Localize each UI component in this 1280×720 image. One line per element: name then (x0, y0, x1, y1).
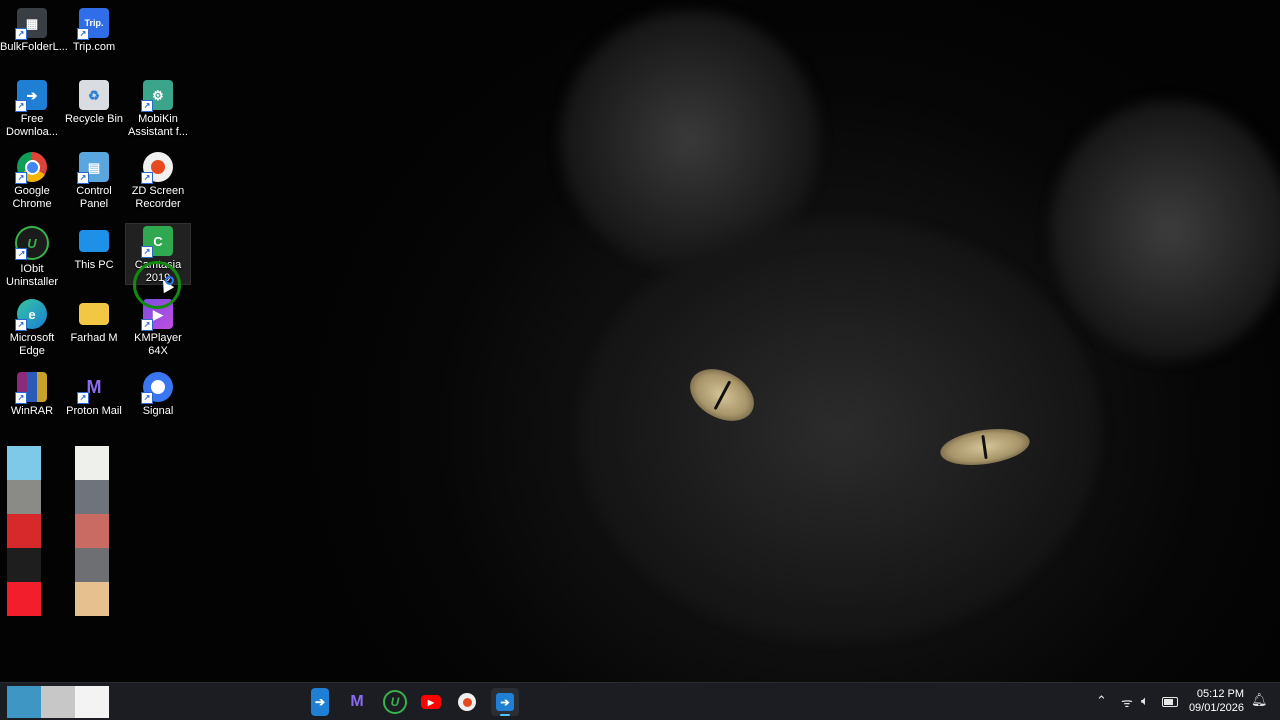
click-highlight-ring (133, 261, 181, 309)
notification-bell-icon[interactable]: 🔔︎ (1251, 692, 1268, 708)
desktop-icon-control-panel[interactable]: ▤ ↗ Control Panel (62, 152, 126, 211)
taskbar-swatch (75, 686, 109, 718)
system-clock[interactable]: 05:12 PM 09/01/2026 (1189, 687, 1244, 715)
color-swatch (75, 514, 109, 548)
desktop-icon-bulkfolder[interactable]: ▦ ↗ BulkFolderL... (0, 8, 68, 54)
free-download-manager-icon: ➔ (314, 695, 326, 709)
desktop-icon-zd-recorder[interactable]: ↗ ZD Screen Recorder (126, 152, 190, 211)
this-pc-icon (79, 230, 109, 252)
desktop-icon-label: Signal (142, 405, 174, 417)
mobikin-icon: ⚙ ↗ (141, 80, 173, 112)
desktop-icon-label: WinRAR (10, 405, 54, 417)
desktop-icon-label: Farhad M (70, 332, 118, 344)
color-swatch (7, 514, 41, 548)
trip-com-icon: Trip. ↗ (77, 8, 109, 40)
zd-recorder-icon: ↗ (141, 152, 173, 184)
signal-icon: ↗ (141, 372, 173, 404)
desktop-icon-label: Proton Mail (66, 405, 122, 417)
chevron-up-icon[interactable]: ⌃ (1096, 693, 1107, 709)
free-download-manager-icon: ➔ (496, 693, 514, 711)
taskbar-app-download-manager-active[interactable]: ➔ (491, 688, 519, 716)
volume-icon[interactable]: 🔈︎ (1141, 693, 1149, 709)
zd-recorder-icon (458, 693, 476, 711)
youtube-icon: ▶ (421, 695, 441, 709)
desktop-icon-label: This PC (74, 259, 114, 271)
clock-time: 05:12 PM (1196, 688, 1244, 700)
busy-cursor-icon (165, 276, 174, 285)
desktop-icon-farhad-m[interactable]: Farhad M (62, 299, 126, 345)
color-swatch (7, 548, 41, 582)
desktop-icon-iobit[interactable]: U ↗ IObit Uninstaller (0, 226, 64, 289)
desktop-icon-recycle-bin[interactable]: ♻ Recycle Bin (62, 80, 126, 126)
camtasia-icon: C ↗ (141, 226, 173, 258)
folder-icon (79, 303, 109, 325)
desktop-icon-winrar[interactable]: ↗ WinRAR (0, 372, 64, 418)
taskbar-app-iobit[interactable]: U (381, 688, 409, 716)
desktop-icon-signal[interactable]: ↗ Signal (126, 372, 190, 418)
proton-mail-icon: M (350, 693, 364, 710)
taskbar-app-youtube[interactable]: ▶ (417, 688, 445, 716)
color-swatch (7, 582, 41, 616)
desktop-icon-label: IObit Uninstaller (6, 263, 58, 288)
desktop-icon-proton-mail[interactable]: M ↗ Proton Mail (62, 372, 126, 418)
color-swatch (75, 548, 109, 582)
free-download-manager-icon: ➔ ↗ (15, 80, 47, 112)
recycle-bin-icon: ♻ (79, 80, 109, 110)
taskbar-swatch (41, 686, 75, 718)
desktop-icon-label: Free Downloa... (6, 113, 58, 138)
desktop-icon-label: Recycle Bin (64, 113, 124, 125)
cat-face (580, 220, 1100, 640)
battery-icon[interactable] (1162, 695, 1178, 710)
taskbar-app-download-manager[interactable]: ➔ (311, 688, 329, 716)
iobit-icon: U ↗ (15, 226, 49, 260)
color-swatch (75, 582, 109, 616)
taskbar-app-proton-mail[interactable]: M (343, 688, 371, 716)
desktop-icon-label: BulkFolderL... (0, 41, 68, 53)
wifi-icon[interactable]: ᯤ (1121, 693, 1133, 711)
desktop-icon-label: ZD Screen Recorder (131, 185, 185, 210)
color-swatch (7, 480, 41, 514)
bulk-folder-icon: ▦ ↗ (15, 8, 47, 40)
control-panel-icon: ▤ ↗ (77, 152, 109, 184)
winrar-icon: ↗ (15, 372, 47, 404)
desktop-icon-free-download-manager[interactable]: ➔ ↗ Free Downloa... (0, 80, 64, 139)
chrome-icon: ↗ (15, 152, 47, 184)
desktop-icon-label: Trip.com (72, 41, 116, 53)
iobit-icon: U (383, 690, 407, 714)
desktop-icon-chrome[interactable]: ↗ Google Chrome (0, 152, 64, 211)
cat-ear-right (1050, 100, 1280, 360)
clock-date: 09/01/2026 (1188, 702, 1244, 714)
color-swatch (75, 446, 109, 480)
taskbar-swatch (7, 686, 41, 718)
desktop-icon-label: KMPlayer 64X (134, 332, 182, 357)
desktop-icon-edge[interactable]: e ↗ Microsoft Edge (0, 299, 64, 358)
desktop-icon-label: Google Chrome (12, 185, 52, 210)
color-swatch (75, 480, 109, 514)
desktop-icon-label: Microsoft Edge (9, 332, 55, 357)
proton-mail-icon: M ↗ (77, 372, 109, 404)
color-swatch (7, 446, 41, 480)
desktop-icon-label: MobiKin Assistant f... (128, 113, 188, 138)
edge-icon: e ↗ (15, 299, 47, 331)
taskbar: ➔ M U ▶ ➔ ⌃ ᯤ 🔈︎ 05:12 PM 09/01/2026 🔔︎ (0, 682, 1280, 720)
desktop-icon-label: Control Panel (76, 185, 112, 210)
desktop-wallpaper (0, 0, 1280, 682)
taskbar-app-zd-recorder[interactable] (453, 688, 481, 716)
desktop-icon-trip[interactable]: Trip. ↗ Trip.com (62, 8, 126, 54)
desktop-icon-this-pc[interactable]: This PC (62, 226, 126, 272)
desktop-icon-mobikin[interactable]: ⚙ ↗ MobiKin Assistant f... (126, 80, 190, 139)
